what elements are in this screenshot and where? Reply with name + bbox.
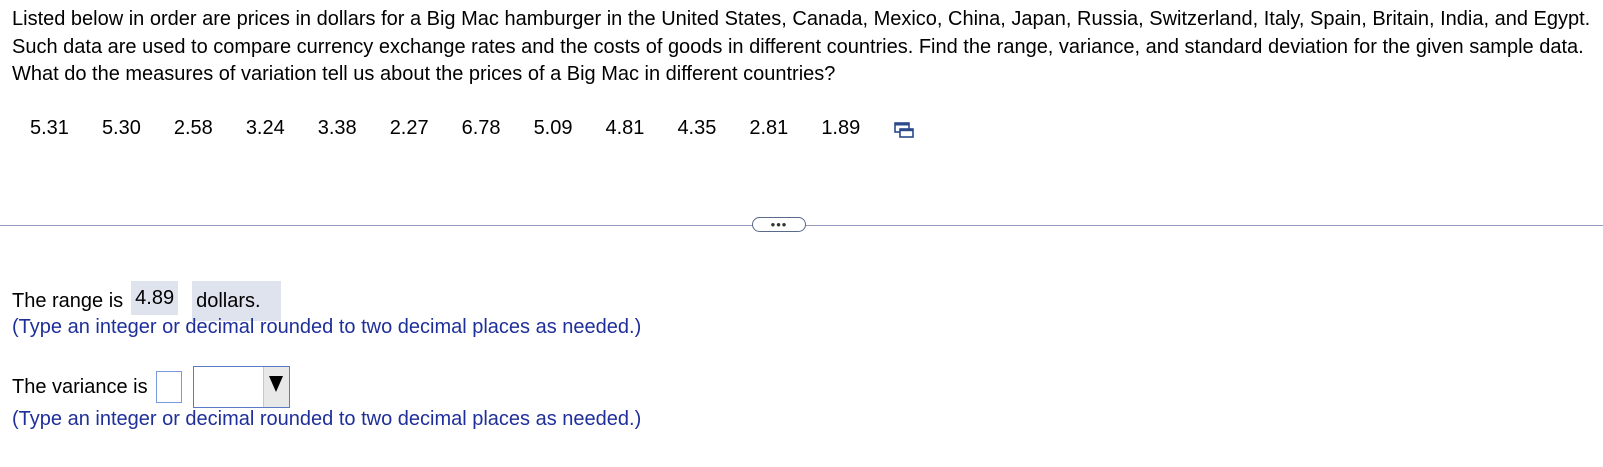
dropdown-arrow[interactable] bbox=[262, 367, 289, 407]
question-text: Listed below in order are prices in doll… bbox=[12, 8, 1591, 85]
data-value: 2.58 bbox=[173, 116, 213, 139]
range-answer-line: The range is 4.89 dollars. bbox=[12, 281, 281, 321]
data-value: 3.38 bbox=[317, 116, 357, 139]
data-value: 1.89 bbox=[821, 116, 861, 139]
variance-hint: (Type an integer or decimal rounded to t… bbox=[12, 408, 642, 430]
variance-prefix: The variance is bbox=[12, 375, 148, 398]
data-value: 4.35 bbox=[677, 116, 717, 139]
copy-data-icon[interactable] bbox=[893, 119, 915, 141]
data-value: 5.30 bbox=[101, 116, 141, 139]
data-value: 6.78 bbox=[461, 116, 501, 139]
data-value: 5.09 bbox=[533, 116, 573, 139]
more-dots-button[interactable]: ••• bbox=[752, 217, 806, 232]
data-value: 5.31 bbox=[30, 116, 69, 139]
range-prefix: The range is bbox=[12, 289, 124, 312]
data-value: 3.24 bbox=[245, 116, 285, 139]
data-value: 2.81 bbox=[749, 116, 789, 139]
variance-input[interactable] bbox=[155, 371, 182, 403]
triangle-down-icon bbox=[269, 376, 284, 392]
data-values-row: 5.31 5.30 2.58 3.24 3.38 2.27 6.78 5.09 … bbox=[30, 114, 915, 142]
range-hint: (Type an integer or decimal rounded to t… bbox=[12, 316, 642, 338]
variance-answer-line: The variance is bbox=[12, 366, 290, 408]
range-unit-answer[interactable]: dollars. bbox=[192, 281, 281, 321]
data-value: 2.27 bbox=[389, 116, 429, 139]
data-value: 4.81 bbox=[605, 116, 645, 139]
range-value-answer[interactable]: 4.89 bbox=[131, 281, 179, 315]
variance-unit-dropdown[interactable] bbox=[192, 366, 290, 408]
